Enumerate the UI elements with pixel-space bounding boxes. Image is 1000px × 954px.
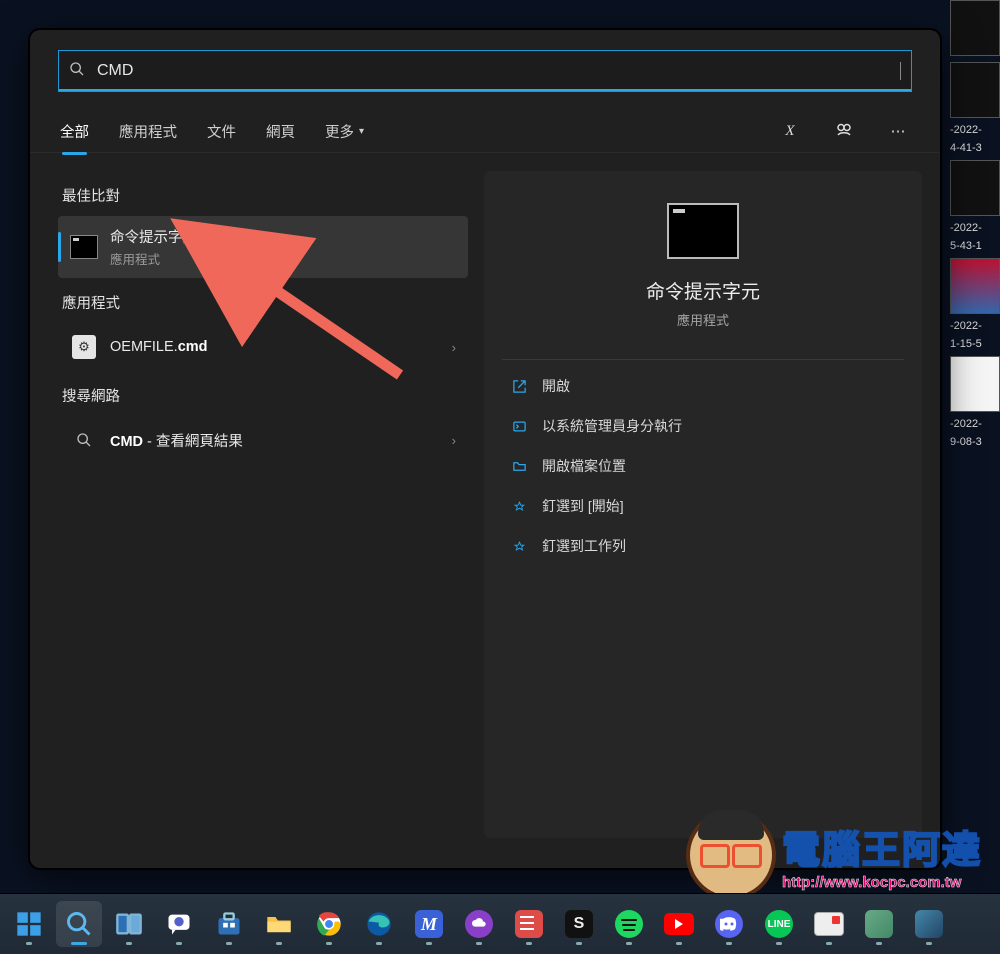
taskbar-chrome-button[interactable] (306, 901, 352, 947)
taskbar-line-button[interactable]: LINE (756, 901, 802, 947)
filter-tab-docs[interactable]: 文件 (205, 115, 238, 148)
action-label: 釘選到工作列 (542, 536, 626, 556)
watermark-text: 電腦王阿達 (782, 819, 982, 874)
filter-tab-apps[interactable]: 應用程式 (117, 115, 179, 148)
chevron-down-icon: ▾ (359, 126, 364, 137)
watermark-url: http://www.kocpc.com.tw (782, 874, 982, 891)
action-open[interactable]: 開啟 (502, 366, 904, 406)
taskbar-m-app-button[interactable]: M (406, 901, 452, 947)
desktop-thumb[interactable] (950, 0, 1000, 56)
desktop-thumb-label: -2022- (950, 418, 1000, 430)
result-texts: 命令提示字元 應用程式 (110, 226, 197, 268)
cmd-app-icon (70, 233, 98, 261)
desktop-thumb-label: -2022- (950, 124, 1000, 136)
taskbar-cloud-app-button[interactable] (456, 901, 502, 947)
action-pin-start[interactable]: 釘選到 [開始] (502, 486, 904, 526)
section-best-match: 最佳比對 (62, 185, 468, 206)
taskbar-app-button[interactable] (856, 901, 902, 947)
open-icon (510, 379, 528, 394)
taskbar-chat-button[interactable] (156, 901, 202, 947)
divider (502, 359, 904, 360)
action-run-as-admin[interactable]: 以系統管理員身分執行 (502, 406, 904, 446)
result-subtitle: 應用程式 (110, 249, 197, 268)
desktop-thumb[interactable] (950, 62, 1000, 118)
taskbar-todoist-button[interactable] (506, 901, 552, 947)
cmd-app-icon-large (667, 203, 739, 259)
desktop-thumb-label: -2022- (950, 222, 1000, 234)
action-label: 以系統管理員身分執行 (542, 416, 682, 436)
result-web-item[interactable]: CMD - 查看網頁結果 › (58, 416, 468, 464)
folder-icon (510, 459, 528, 474)
taskbar: M S (0, 893, 1000, 954)
gear-file-icon: ⚙ (70, 333, 98, 361)
preview-subtitle: 應用程式 (502, 310, 904, 329)
action-label: 開啟 (542, 376, 570, 396)
filter-tab-web[interactable]: 網頁 (264, 115, 297, 148)
taskbar-spotify-button[interactable] (606, 901, 652, 947)
search-box-wrap (30, 30, 940, 104)
search-input[interactable] (95, 61, 894, 81)
cortana-icon[interactable] (830, 120, 858, 142)
taskbar-explorer-button[interactable] (256, 901, 302, 947)
chevron-right-icon: › (452, 433, 456, 448)
filter-more-label: 更多 (325, 121, 354, 142)
action-open-location[interactable]: 開啟檔案位置 (502, 446, 904, 486)
panel-body: 最佳比對 命令提示字元 應用程式 應用程式 ⚙ (30, 153, 940, 856)
preview-title: 命令提示字元 (502, 277, 904, 304)
taskbar-edge-button[interactable] (356, 901, 402, 947)
result-title: 命令提示字元 (110, 226, 197, 247)
preview-pane: 命令提示字元 應用程式 開啟 以系統管理員身分執行 (484, 171, 922, 838)
taskbar-app-button[interactable] (906, 901, 952, 947)
shield-icon (510, 419, 528, 434)
desktop-thumb-label: 5-43-1 (950, 240, 1000, 252)
taskbar-s-app-button[interactable]: S (556, 901, 602, 947)
pin-icon (510, 539, 528, 554)
filter-tab-more[interactable]: 更多 ▾ (323, 115, 366, 148)
action-label: 開啟檔案位置 (542, 456, 626, 476)
desktop-thumb[interactable] (950, 160, 1000, 216)
watermark: 電腦王阿達 http://www.kocpc.com.tw (690, 814, 982, 896)
search-panel: 全部 應用程式 文件 網頁 更多 ▾ X ⋯ 最佳比對 (30, 30, 940, 868)
desktop-thumb-label: 9-08-3 (950, 436, 1000, 448)
chevron-right-icon: › (452, 340, 456, 355)
annotation-arrow (240, 260, 420, 395)
desktop-thumb-label: 1-15-5 (950, 338, 1000, 350)
taskbar-taskview-button[interactable] (106, 901, 152, 947)
taskbar-start-button[interactable] (6, 901, 52, 947)
desktop: -2022- 4-41-3 -2022- 5-43-1 -2022- 1-15-… (0, 0, 1000, 954)
desktop-thumb-label: 4-41-3 (950, 142, 1000, 154)
desktop-thumb[interactable] (950, 356, 1000, 412)
desktop-icons-strip: -2022- 4-41-3 -2022- 5-43-1 -2022- 1-15-… (950, 0, 1000, 890)
pin-icon (510, 499, 528, 514)
more-options-button[interactable]: ⋯ (884, 122, 912, 140)
search-icon (69, 61, 85, 82)
taskbar-search-button[interactable] (56, 901, 102, 947)
taskbar-youtube-button[interactable] (656, 901, 702, 947)
watermark-avatar (690, 814, 772, 896)
desktop-thumb[interactable] (950, 258, 1000, 314)
action-label: 釘選到 [開始] (542, 496, 624, 516)
filter-row: 全部 應用程式 文件 網頁 更多 ▾ X ⋯ (30, 104, 940, 153)
taskbar-discord-button[interactable] (706, 901, 752, 947)
search-box[interactable] (58, 50, 912, 92)
result-title: OEMFILE.cmd (110, 339, 208, 355)
filter-tab-all[interactable]: 全部 (58, 115, 91, 148)
action-pin-taskbar[interactable]: 釘選到工作列 (502, 526, 904, 566)
search-icon (70, 426, 98, 454)
taskbar-recorder-button[interactable] (806, 901, 852, 947)
close-x-button[interactable]: X (776, 123, 804, 140)
text-cursor (900, 62, 901, 80)
result-title: CMD - 查看網頁結果 (110, 430, 243, 451)
taskbar-store-button[interactable] (206, 901, 252, 947)
desktop-thumb-label: -2022- (950, 320, 1000, 332)
